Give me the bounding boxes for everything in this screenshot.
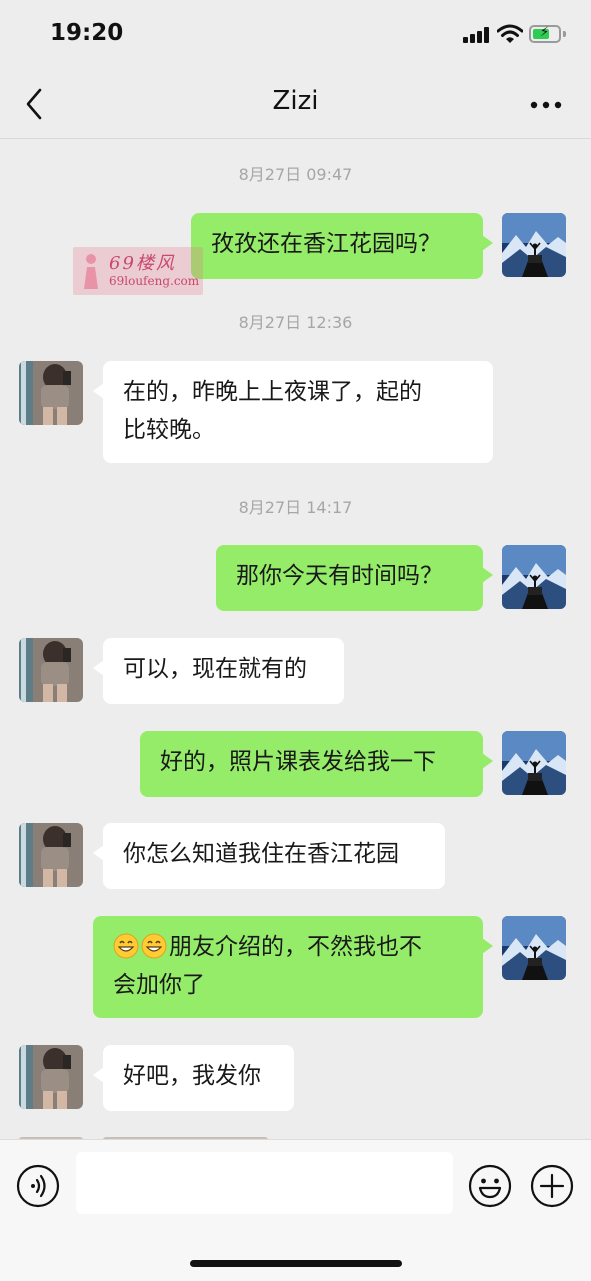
outgoing-message[interactable]: 朋友介绍的，不然我也不 会加你了 [93, 916, 493, 1018]
message-text: 好的，照片课表发给我一下 [160, 749, 436, 775]
message-text: 你怎么知道我住在香江花园 [123, 841, 399, 867]
grinning-face-icon [113, 933, 139, 959]
status-time: 19:20 [50, 20, 124, 46]
outgoing-message[interactable]: 好的，照片课表发给我一下 [140, 731, 493, 797]
message-input[interactable] [76, 1152, 453, 1214]
message-input-bar [0, 1139, 591, 1281]
message-text: 孜孜还在香江花园吗？ [211, 231, 441, 257]
more-functions-icon[interactable] [530, 1164, 574, 1208]
grinning-face-icon [141, 933, 167, 959]
message-timestamp: 8月27日 12:36 [238, 313, 353, 332]
incoming-message[interactable]: 在的，昨晚上上夜课了，起的 比较晚。 [93, 361, 493, 463]
my-avatar[interactable] [502, 213, 566, 277]
message-text-line: 朋友介绍的，不然我也不 [113, 928, 463, 966]
incoming-message[interactable]: 好吧，我发你 [93, 1045, 294, 1111]
incoming-message[interactable]: 你怎么知道我住在香江花园 [93, 823, 445, 889]
battery-cap [563, 31, 566, 37]
contact-avatar[interactable] [19, 823, 83, 887]
my-avatar[interactable] [502, 545, 566, 609]
message-text-line: 会加你了 [113, 972, 205, 998]
battery-charging-icon: ⚡ [529, 25, 561, 43]
my-avatar[interactable] [502, 731, 566, 795]
emoji-picker-icon[interactable] [468, 1164, 512, 1208]
message-timestamp: 8月27日 14:17 [238, 498, 353, 517]
chat-header: Zizi [0, 70, 591, 139]
outgoing-message[interactable]: 那你今天有时间吗？ [216, 545, 493, 611]
contact-avatar[interactable] [19, 361, 83, 425]
wifi-icon [497, 24, 523, 43]
contact-avatar[interactable] [19, 1045, 83, 1109]
cellular-signal-icon [463, 27, 491, 43]
message-text: 好吧，我发你 [123, 1063, 261, 1089]
contact-avatar[interactable] [19, 638, 83, 702]
site-watermark: 69楼风 69loufeng.com [73, 247, 203, 295]
chat-title: Zizi [272, 86, 319, 116]
outgoing-message[interactable]: 孜孜还在香江花园吗？ [191, 213, 493, 279]
voice-input-icon[interactable] [16, 1164, 60, 1208]
watermark-url: 69loufeng.com [109, 274, 200, 288]
watermark-figure-icon [84, 254, 98, 289]
my-avatar[interactable] [502, 916, 566, 980]
message-timestamp: 8月27日 09:47 [238, 165, 353, 184]
watermark-title: 69楼风 [109, 253, 176, 274]
message-text: 可以，现在就有的 [123, 656, 307, 682]
message-text-line: 比较晚。 [123, 417, 215, 443]
message-list[interactable]: 8月27日 09:47 孜孜还在香江花园吗？ 69楼风 69loufeng.co… [0, 139, 591, 1139]
home-indicator[interactable] [190, 1260, 402, 1267]
message-text: 朋友介绍的，不然我也不 [169, 934, 422, 960]
message-text: 那你今天有时间吗？ [236, 563, 443, 589]
more-options-icon[interactable] [525, 90, 567, 120]
status-bar: 19:20 ⚡ [0, 0, 591, 70]
message-text-line: 在的，昨晚上上夜课了，起的 [123, 379, 422, 405]
incoming-message[interactable]: 可以，现在就有的 [93, 638, 344, 704]
